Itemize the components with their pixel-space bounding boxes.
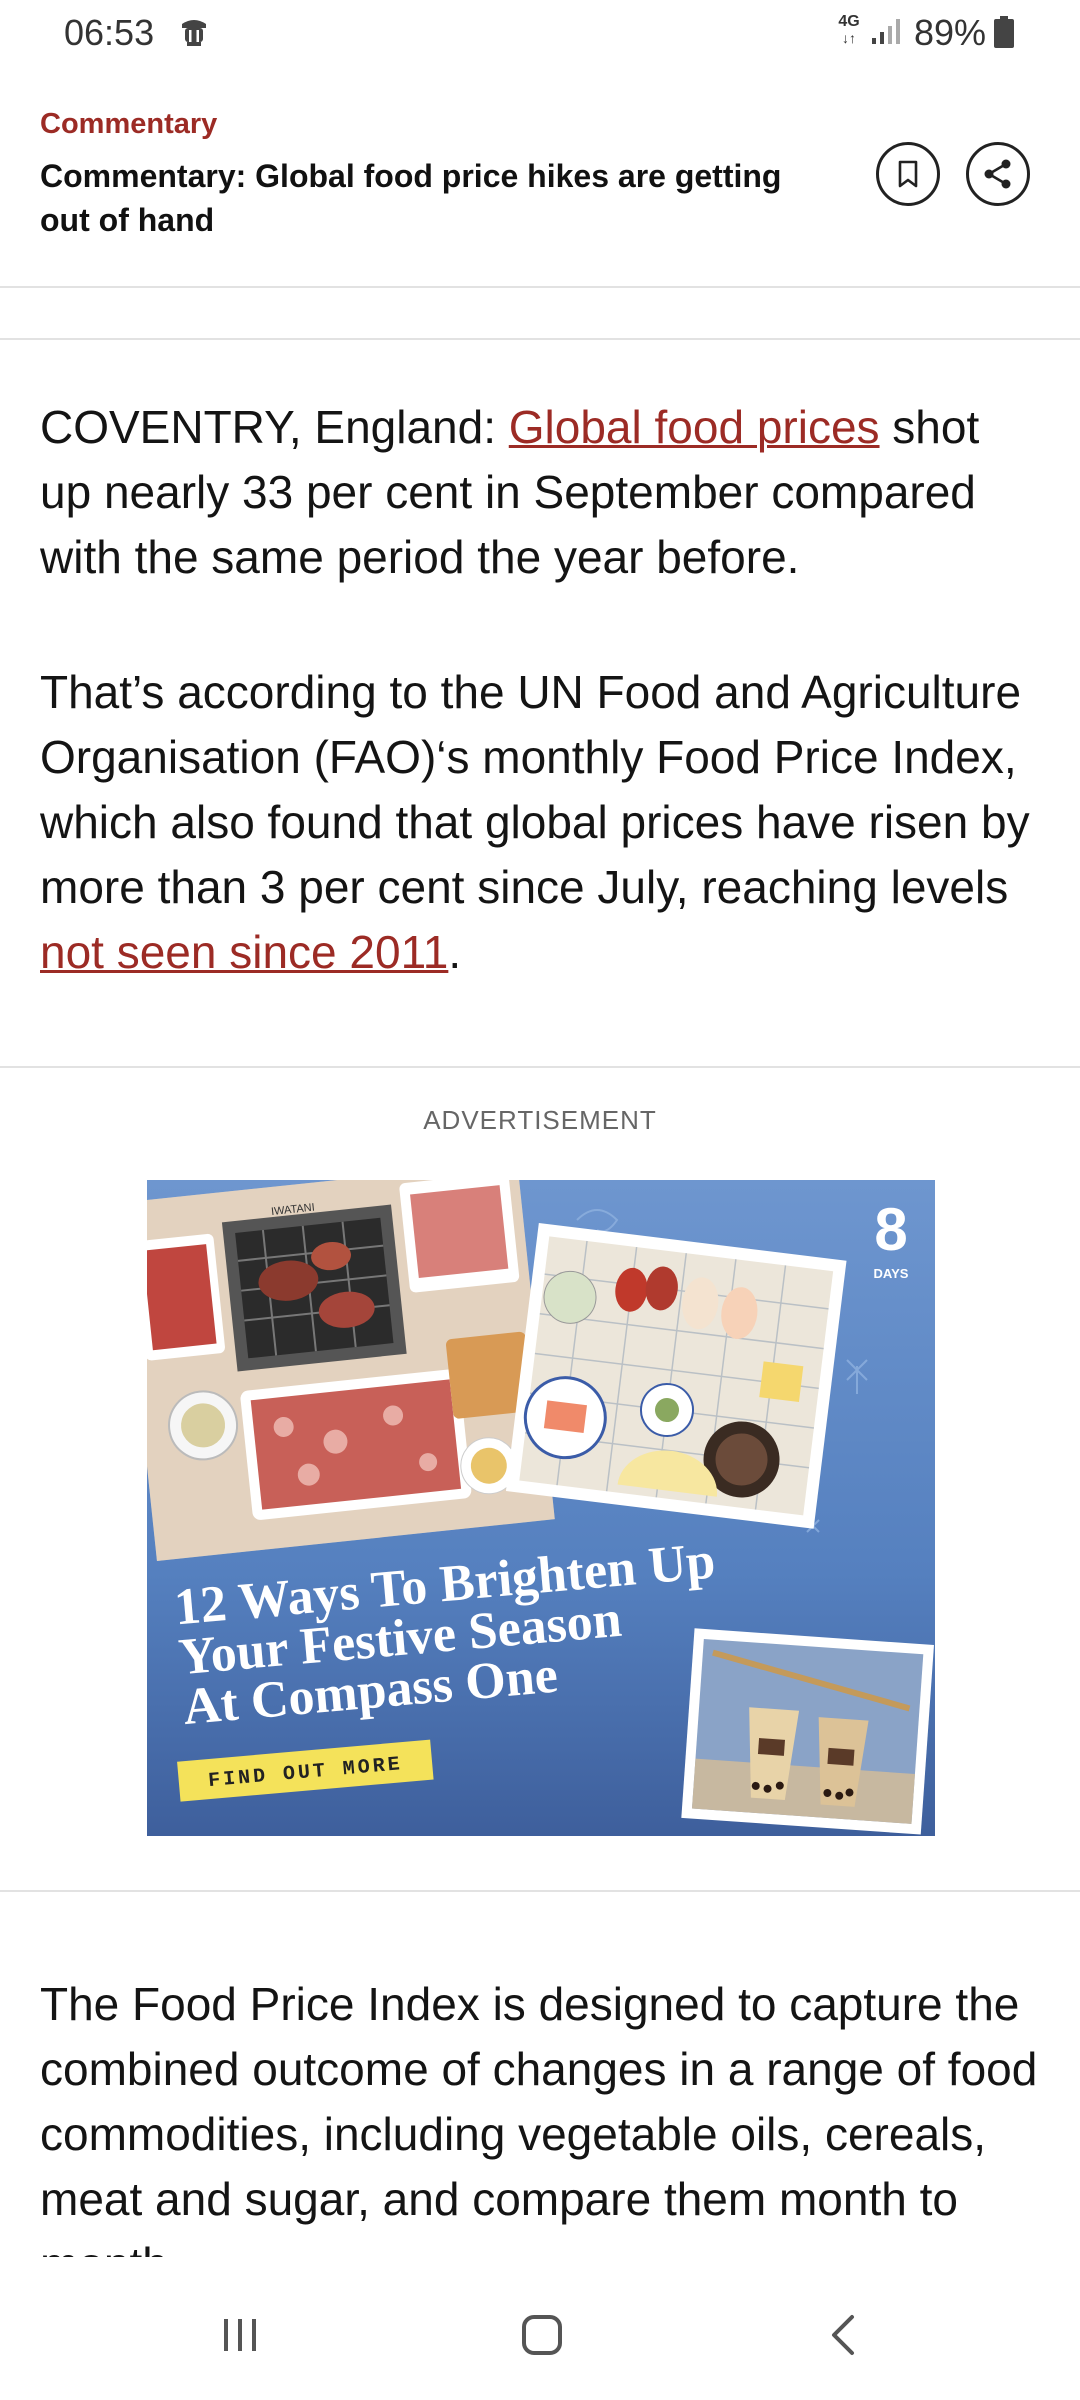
article-paragraph: The Food Price Index is designed to capt… [40, 1978, 1038, 2257]
page-title: Commentary: Global food price hikes are … [40, 158, 782, 238]
back-button[interactable] [804, 2300, 884, 2370]
article-paragraph: That’s according to the UN Food and Agri… [40, 660, 1040, 985]
bbq-photo: IWATANI [147, 1180, 555, 1561]
global-food-prices-link[interactable]: Global food prices [509, 401, 880, 453]
home-icon [522, 2315, 562, 2355]
divider [0, 1890, 1080, 1892]
paragraph-text: That’s according to the UN Food and Agri… [40, 666, 1030, 913]
network-type: 4G [838, 13, 860, 30]
notification-app-icon [182, 20, 206, 46]
data-arrows-icon: ↓↑ [842, 30, 856, 46]
battery-icon [994, 16, 1014, 48]
home-button[interactable] [502, 2300, 582, 2370]
divider [0, 1066, 1080, 1068]
not-seen-since-2011-link[interactable]: not seen since 2011 [40, 926, 448, 978]
recents-icon [224, 2319, 256, 2351]
divider [0, 338, 1080, 340]
sushi-photo [505, 1222, 847, 1529]
network-indicator: 4G ↓↑ [836, 13, 862, 47]
section-label[interactable]: Commentary [40, 108, 217, 141]
status-bar: 06:53 4G ↓↑ 89% [0, 0, 1080, 64]
article-header: Commentary Commentary: Global food price… [0, 64, 1080, 288]
brand-number: 8 [874, 1196, 907, 1263]
recents-button[interactable] [200, 2300, 280, 2370]
back-icon [832, 2315, 854, 2355]
share-icon [984, 159, 1011, 189]
share-button[interactable] [966, 142, 1030, 206]
brand-word: DAYS [874, 1266, 909, 1281]
status-time: 06:53 [64, 12, 155, 53]
article-paragraph: COVENTRY, England: Global food prices sh… [40, 395, 1040, 590]
bubble-tea-photo [681, 1628, 934, 1835]
advertisement-banner[interactable]: IWATANI 8 DAYS 12 Ways To Brighten Up Yo… [147, 1180, 935, 1836]
paragraph-text: COVENTRY, England: [40, 401, 509, 453]
ad-artwork: IWATANI 8 DAYS 12 Ways To Brighten Up Yo… [147, 1180, 935, 1836]
battery-percent: 89% [914, 12, 987, 53]
signal-icon [872, 19, 900, 44]
advertisement-label: ADVERTISEMENT [423, 1105, 657, 1135]
bookmark-icon [898, 160, 918, 188]
paragraph-text: . [448, 926, 462, 978]
navigation-bar [0, 2270, 1080, 2400]
bookmark-button[interactable] [876, 142, 940, 206]
